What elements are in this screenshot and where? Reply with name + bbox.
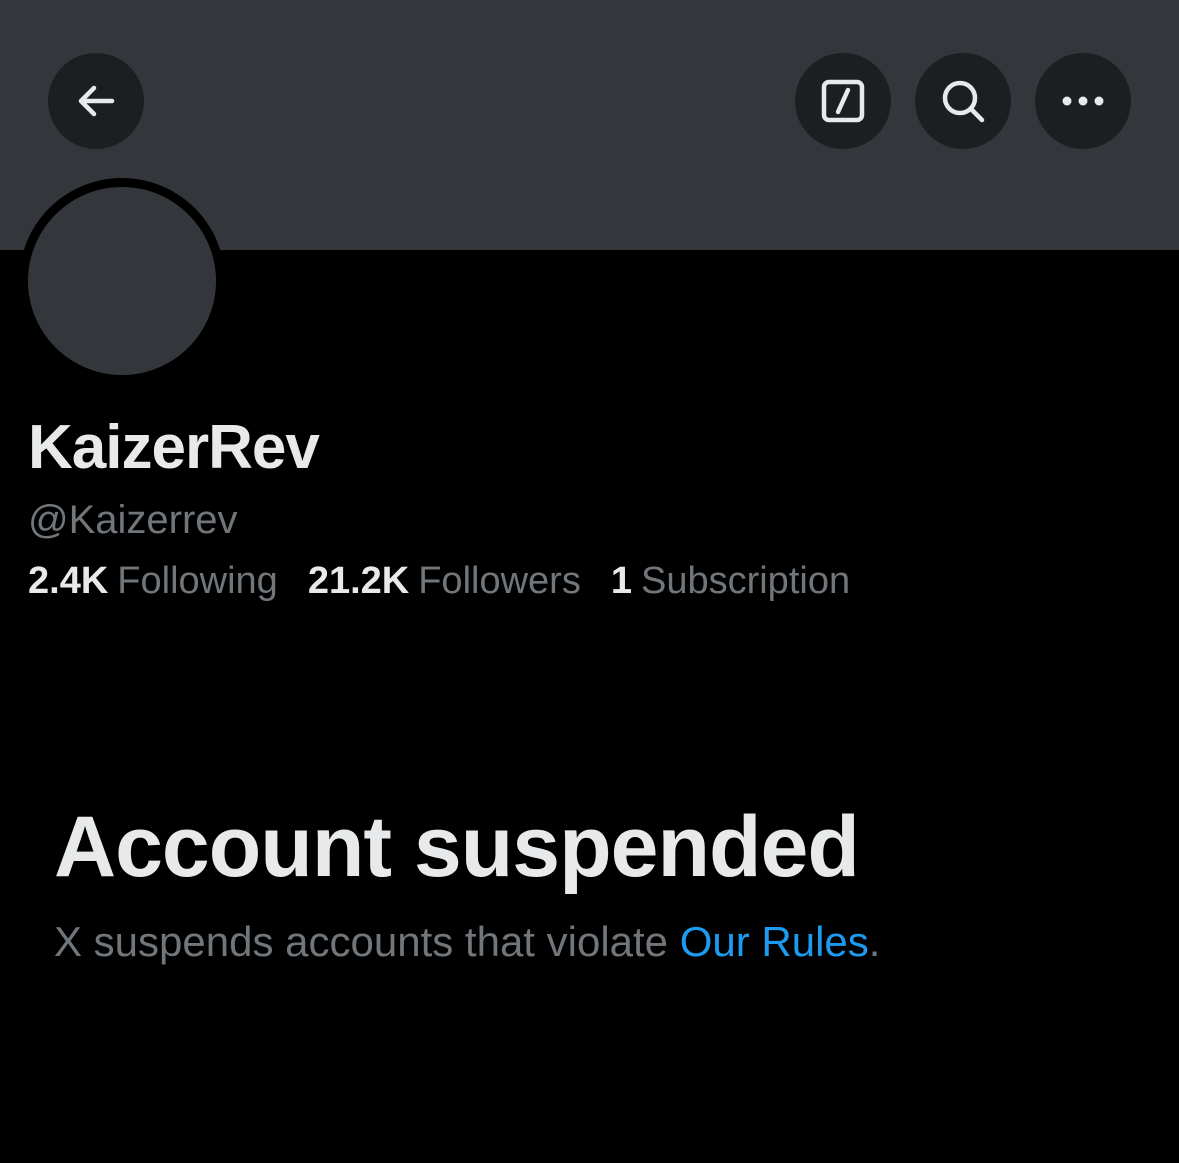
followers-stat[interactable]: 21.2K Followers bbox=[308, 560, 581, 603]
suspension-message-suffix: . bbox=[868, 918, 881, 965]
subscriptions-label: Subscription bbox=[640, 560, 851, 602]
back-button[interactable] bbox=[48, 53, 144, 149]
followers-label: Followers bbox=[418, 560, 581, 602]
suspension-title: Account suspended bbox=[54, 799, 860, 895]
following-stat[interactable]: 2.4K Following bbox=[28, 560, 278, 603]
search-button[interactable] bbox=[915, 53, 1011, 149]
suspension-message-text: X suspends accounts that violate bbox=[54, 918, 680, 965]
search-icon bbox=[942, 80, 985, 123]
our-rules-link[interactable]: Our Rules bbox=[680, 918, 869, 965]
arrow-left-icon bbox=[78, 85, 115, 117]
avatar-border bbox=[19, 178, 225, 384]
suspension-message: X suspends accounts that violate Our Rul… bbox=[54, 918, 880, 966]
profile-page: KaizerRev @Kaizerrev 2.4K Following 21.2K… bbox=[0, 0, 1179, 1163]
subscriptions-stat[interactable]: 1 Subscription bbox=[611, 560, 850, 603]
more-options-button[interactable] bbox=[1035, 53, 1131, 149]
user-handle: @Kaizerrev bbox=[28, 498, 238, 542]
compose-button[interactable] bbox=[795, 53, 891, 149]
subscriptions-count: 1 bbox=[610, 560, 632, 602]
followers-count: 21.2K bbox=[307, 560, 410, 602]
compose-icon bbox=[821, 79, 865, 123]
following-count: 2.4K bbox=[28, 560, 109, 602]
profile-stats: 2.4K Following 21.2K Followers 1 Subscripti… bbox=[28, 560, 880, 603]
display-name: KaizerRev bbox=[28, 413, 320, 482]
avatar[interactable] bbox=[28, 187, 216, 375]
following-label: Following bbox=[117, 560, 278, 602]
more-dots-icon bbox=[1062, 96, 1104, 106]
